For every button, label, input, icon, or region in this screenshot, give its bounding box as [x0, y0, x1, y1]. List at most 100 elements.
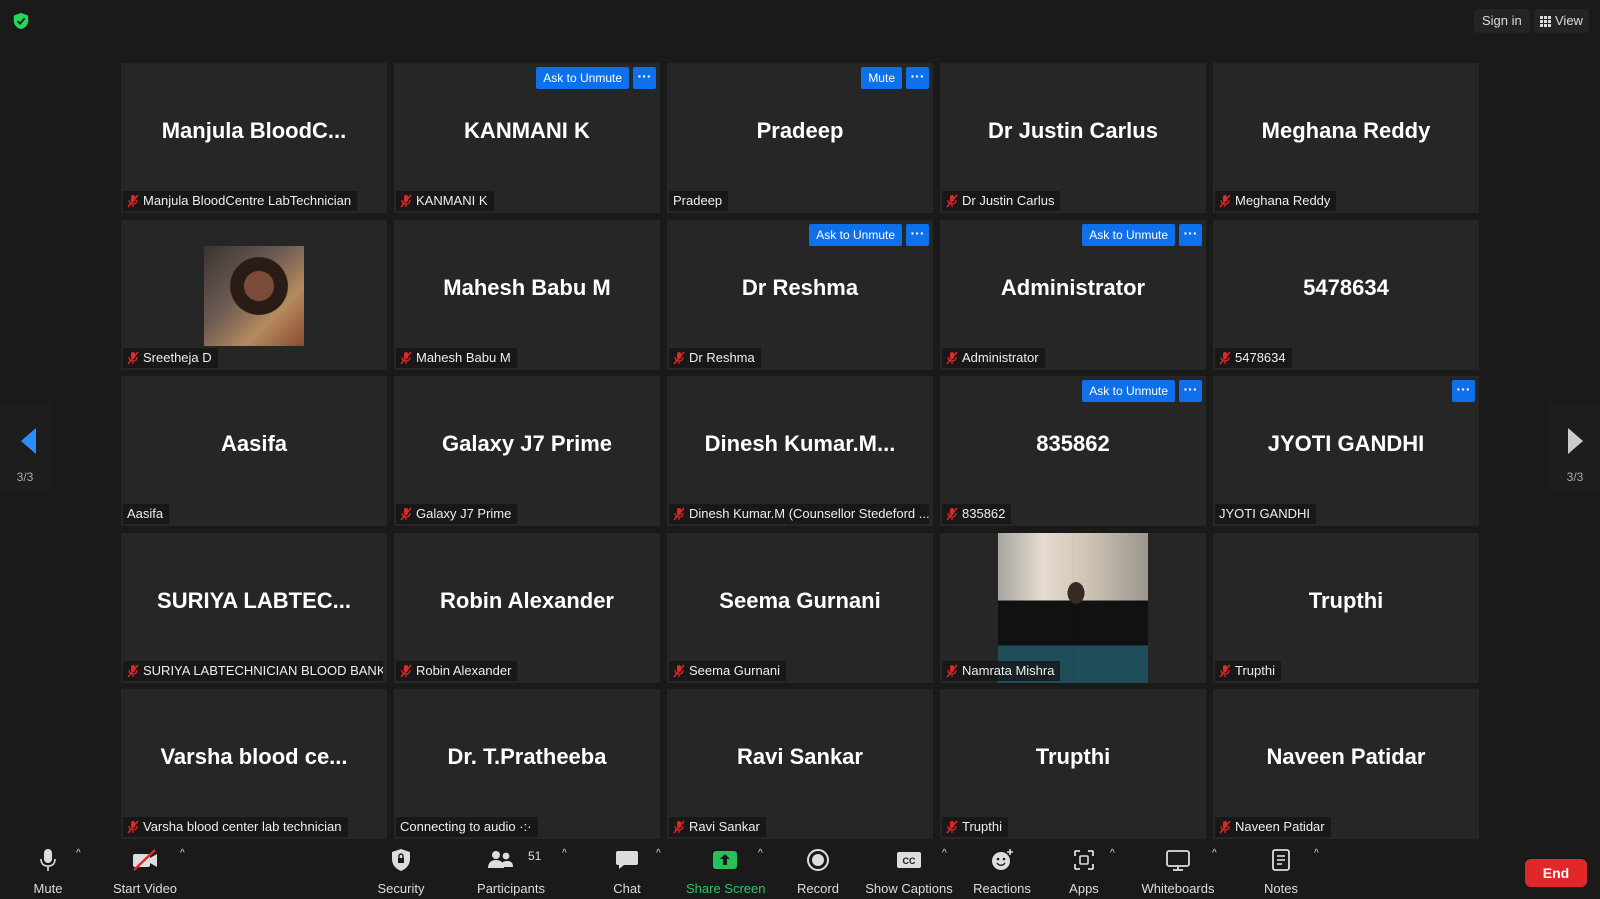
participant-tile[interactable]: Mahesh Babu M Mahesh Babu M	[394, 219, 660, 370]
previous-page-button[interactable]: 3/3	[0, 402, 50, 492]
share-screen-icon	[713, 851, 737, 869]
participant-tile[interactable]: Trupthi Trupthi	[1213, 532, 1479, 683]
view-label: View	[1555, 13, 1583, 28]
participant-tile[interactable]: Dr Justin Carlus Dr Justin Carlus	[940, 63, 1206, 213]
more-options-button[interactable]: ···	[1179, 223, 1202, 246]
participant-name-label: KANMANI K	[416, 193, 488, 208]
chat-button[interactable]: Chat	[604, 840, 650, 899]
mute-participant-button[interactable]: Mute	[861, 67, 902, 89]
participant-tile[interactable]: SURIYA LABTEC... SURIYA LABTECHNICIAN BLO…	[121, 532, 387, 683]
participant-tile[interactable]: Robin Alexander Robin Alexander	[394, 532, 660, 683]
participant-name-tag: Pradeep	[669, 191, 729, 211]
participant-display-name: Trupthi	[1035, 744, 1111, 769]
participants-options-caret[interactable]: ^	[562, 848, 567, 859]
captions-options-caret[interactable]: ^	[942, 848, 947, 859]
participant-tile[interactable]: Varsha blood ce... Varsha blood center la…	[121, 689, 387, 839]
participant-tile[interactable]: Aasifa Aasifa	[121, 376, 387, 526]
more-options-button[interactable]: ···	[906, 223, 929, 246]
participant-name-tag: Namrata Mishra	[942, 660, 1061, 681]
apps-label: Apps	[1069, 881, 1099, 896]
tile-controls: Ask to Unmute ···	[536, 67, 656, 89]
whiteboards-label: Whiteboards	[1141, 881, 1215, 896]
end-meeting-button[interactable]: End	[1525, 859, 1587, 887]
participant-tile[interactable]: Meghana Reddy Meghana Reddy	[1213, 63, 1479, 213]
participant-display-name: Dinesh Kumar.M...	[704, 431, 896, 456]
page-indicator-left: 3/3	[16, 470, 34, 484]
participant-name-tag: Naveen Patidar	[1215, 817, 1331, 837]
participant-name-tag: Mahesh Babu M	[396, 347, 517, 368]
more-options-button[interactable]: ···	[633, 67, 656, 89]
record-button[interactable]: Record	[792, 840, 844, 899]
apps-options-caret[interactable]: ^	[1110, 848, 1115, 859]
share-screen-button[interactable]: Share Screen	[686, 840, 766, 899]
mic-muted-icon	[400, 194, 412, 208]
participant-tile[interactable]: 5478634 5478634	[1213, 219, 1479, 370]
more-options-button[interactable]: ···	[1179, 380, 1202, 402]
participant-tile[interactable]: Manjula BloodC... Manjula BloodCentre Lab…	[121, 63, 387, 213]
participant-tile[interactable]: Naveen Patidar Naveen Patidar	[1213, 689, 1479, 839]
participant-tile[interactable]: Seema Gurnani Seema Gurnani	[667, 532, 933, 683]
start-video-button[interactable]: Start Video	[108, 840, 182, 899]
sign-in-button[interactable]: Sign in	[1474, 9, 1530, 33]
show-captions-button[interactable]: CC Show Captions	[864, 840, 954, 899]
participant-name-label: Dinesh Kumar.M (Counsellor Stedeford ...	[689, 506, 929, 521]
participant-tile[interactable]: Dr Reshma Ask to Unmute ··· Dr Reshma	[667, 219, 933, 370]
view-button[interactable]: View	[1534, 9, 1589, 33]
participant-name-label: Naveen Patidar	[1235, 819, 1325, 834]
participants-button[interactable]: 51 Participants	[474, 840, 548, 899]
participant-name-label: Ravi Sankar	[689, 819, 760, 834]
whiteboards-button[interactable]: Whiteboards	[1138, 840, 1218, 899]
participant-tile[interactable]: KANMANI K Ask to Unmute ··· KANMANI K	[394, 63, 660, 213]
participant-grid: Manjula BloodC... Manjula BloodCentre Lab…	[121, 63, 1481, 839]
next-page-button[interactable]: 3/3	[1550, 402, 1600, 492]
participant-tile[interactable]: JYOTI GANDHI ··· JYOTI GANDHI	[1213, 376, 1479, 526]
notes-button[interactable]: Notes	[1258, 840, 1304, 899]
participant-name-label: Sreetheja D	[143, 349, 212, 365]
chevron-left-icon	[21, 428, 36, 454]
participant-tile[interactable]: 835862 Ask to Unmute ··· 835862	[940, 376, 1206, 526]
reactions-label: Reactions	[973, 881, 1031, 896]
ask-to-unmute-button[interactable]: Ask to Unmute	[1082, 223, 1175, 246]
ask-to-unmute-button[interactable]: Ask to Unmute	[809, 223, 902, 246]
shield-icon[interactable]	[12, 12, 30, 30]
participant-name-tag: 5478634	[1215, 347, 1292, 368]
participant-name-label: Varsha blood center lab technician	[143, 819, 342, 834]
apps-button[interactable]: Apps	[1064, 840, 1104, 899]
security-button[interactable]: Security	[374, 840, 428, 899]
participant-name-tag: Sreetheja D	[123, 347, 218, 368]
participant-tile[interactable]: Galaxy J7 Prime Galaxy J7 Prime	[394, 376, 660, 526]
participant-tile[interactable]: Namrata Mishra	[940, 532, 1206, 683]
participant-tile[interactable]: Sreetheja D	[121, 219, 387, 370]
participant-tile[interactable]: Dr. T.Pratheeba Connecting to audio ·:·	[394, 689, 660, 839]
ask-to-unmute-button[interactable]: Ask to Unmute	[536, 67, 629, 89]
microphone-icon	[40, 849, 56, 871]
participant-name-label: Trupthi	[1235, 662, 1275, 678]
audio-options-caret[interactable]: ^	[76, 848, 81, 859]
more-options-button[interactable]: ···	[906, 67, 929, 89]
participant-display-name: Robin Alexander	[440, 587, 614, 613]
mic-muted-icon	[127, 351, 139, 364]
tile-controls: Ask to Unmute ···	[1082, 380, 1202, 402]
video-options-caret[interactable]: ^	[180, 848, 185, 859]
notes-options-caret[interactable]: ^	[1314, 848, 1319, 859]
participant-tile[interactable]: Pradeep Mute ··· Pradeep	[667, 63, 933, 213]
mute-button[interactable]: Mute	[22, 840, 74, 899]
reactions-button[interactable]: Reactions	[970, 840, 1034, 899]
notes-icon	[1272, 849, 1290, 871]
whiteboards-options-caret[interactable]: ^	[1212, 848, 1217, 859]
participant-tile[interactable]: Trupthi Trupthi	[940, 689, 1206, 839]
participant-tile[interactable]: Ravi Sankar Ravi Sankar	[667, 689, 933, 839]
participant-display-name: SURIYA LABTEC...	[157, 587, 351, 613]
chat-bubble-icon	[616, 851, 638, 869]
mic-muted-icon	[400, 664, 412, 677]
participant-name-tag: Administrator	[942, 347, 1045, 368]
mic-muted-icon	[946, 820, 958, 834]
share-options-caret[interactable]: ^	[758, 848, 763, 859]
ask-to-unmute-button[interactable]: Ask to Unmute	[1082, 380, 1175, 402]
participant-name-label: Galaxy J7 Prime	[416, 506, 512, 521]
more-options-button[interactable]: ···	[1452, 380, 1475, 402]
participant-tile[interactable]: Dinesh Kumar.M... Dinesh Kumar.M (Counsel…	[667, 376, 933, 526]
chat-options-caret[interactable]: ^	[656, 848, 661, 859]
participant-tile[interactable]: Administrator Ask to Unmute ··· Administrat…	[940, 219, 1206, 370]
participant-name-label: Pradeep	[673, 193, 723, 208]
